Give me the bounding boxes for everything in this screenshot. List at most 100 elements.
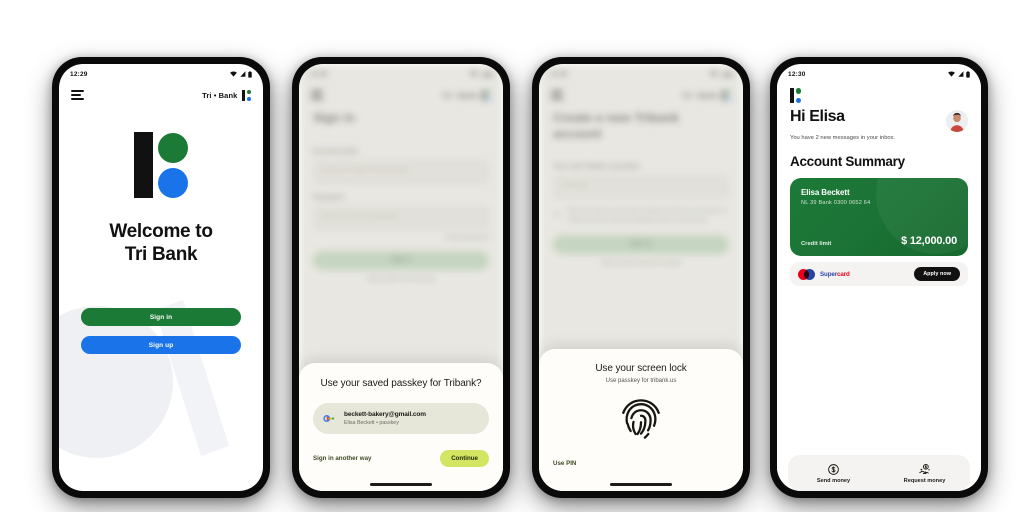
- tri-bank-logo-icon: [482, 89, 491, 101]
- status-time: 12:30: [788, 70, 806, 78]
- fingerprint-icon: [622, 399, 660, 439]
- sign-in-submit-button[interactable]: Sign in: [313, 250, 489, 270]
- sign-up-submit-button[interactable]: Sign up: [553, 234, 729, 254]
- google-password-manager-icon: [323, 414, 335, 423]
- use-pin-button[interactable]: Use PIN: [553, 460, 729, 467]
- battery-icon: [966, 70, 970, 78]
- welcome-content: Welcome to Tri Bank Sign in Sign up: [59, 132, 263, 491]
- signal-icon: [479, 71, 485, 77]
- apply-now-button[interactable]: Apply now: [914, 267, 960, 281]
- account-summary-content: Hi Elisa You have 2 new messages in your…: [777, 80, 981, 491]
- hero-logo-icon: [59, 132, 263, 198]
- sign-in-button[interactable]: Sign in: [81, 308, 241, 327]
- tab-send-money[interactable]: Send money: [788, 463, 879, 484]
- status-bar-blurred: 12:29: [299, 64, 503, 80]
- dollar-circle-icon: [828, 463, 839, 475]
- status-bar: 12:30: [777, 64, 981, 80]
- brand-lockup: Tri • Bank: [442, 89, 491, 101]
- section-title: Account Summary: [790, 154, 905, 169]
- card-holder-name: Elisa Beckett: [801, 188, 850, 197]
- passkey-account-text: beckett-bakery@gmail.com Elisa Beckett •…: [344, 411, 426, 426]
- mastercard-icon: [798, 268, 815, 280]
- brand-name: Tri • Bank: [442, 90, 478, 100]
- supercard-brand: Supercard: [798, 268, 850, 280]
- wifi-icon: [230, 71, 237, 77]
- fingerprint-wrap: [553, 396, 729, 444]
- battery-icon: [488, 71, 492, 78]
- card-account-number: NL 39 Bank 0300 0652 64: [801, 200, 871, 206]
- page-title: Welcome to Tri Bank: [59, 220, 263, 266]
- forgot-password-link[interactable]: Forgot password?: [299, 230, 503, 241]
- screen-create-account: 12:29 Tri • Bank Create a new Tribank ac…: [539, 64, 743, 491]
- menu-icon[interactable]: [311, 90, 324, 100]
- app-bar-blurred: Tri • Bank: [299, 80, 503, 110]
- credit-limit-label: Credit limit: [801, 241, 832, 247]
- request-money-icon: [919, 463, 930, 474]
- screen-sign-in: 12:29 Tri • Bank Sign in Account name En…: [299, 64, 503, 491]
- status-time: 12:29: [550, 70, 568, 78]
- avatar[interactable]: [946, 110, 968, 132]
- signal-icon: [957, 71, 963, 77]
- screen-lock-bottom-sheet: Use your screen lock Use passkey for tri…: [539, 348, 743, 491]
- tri-bank-logo-icon: [790, 88, 981, 103]
- status-time: 12:29: [310, 70, 328, 78]
- screen-account-summary: 12:30 Hi Elisa You have 2 new messages i…: [777, 64, 981, 491]
- screen-lock-actions: Use PIN: [553, 460, 729, 467]
- create-account-title: Create a new Tribank account: [553, 110, 680, 141]
- account-name-placeholder: Enter your Tribank account name: [321, 167, 410, 174]
- menu-icon[interactable]: [71, 90, 84, 100]
- phone-passkey-prompt: 12:29 Tri • Bank Sign in Account name En…: [292, 57, 510, 498]
- password-field[interactable]: Enter your account password: [313, 205, 489, 230]
- continue-button[interactable]: Continue: [440, 450, 489, 467]
- status-bar: 12:29: [59, 64, 263, 80]
- tri-bank-logo-icon: [722, 89, 731, 101]
- brand-name: Tri • Bank: [202, 90, 238, 100]
- app-bar-blurred: Tri • Bank: [539, 80, 743, 110]
- tab-request-money[interactable]: Request money: [879, 463, 970, 484]
- supercard-promo: Supercard Apply now: [790, 262, 968, 286]
- supercard-name: Supercard: [820, 271, 850, 278]
- welcome-line-1: Welcome to: [109, 221, 213, 242]
- user-avatar-icon: [946, 110, 968, 132]
- battery-icon: [248, 70, 252, 78]
- phone-screen-lock: 12:29 Tri • Bank Create a new Tribank ac…: [532, 57, 750, 498]
- brand-lockup: Tri • Bank: [202, 89, 251, 101]
- signal-icon: [239, 71, 245, 77]
- passkey-sheet-title: Use your saved passkey for Tribank?: [320, 377, 482, 389]
- brand-name: Tri • Bank: [682, 90, 718, 100]
- supercard-name-part2: card: [837, 270, 850, 278]
- phone-account-summary: 12:30 Hi Elisa You have 2 new messages i…: [770, 57, 988, 498]
- status-icons: [948, 70, 970, 78]
- sign-in-another-way-button[interactable]: Sign in another way: [313, 455, 371, 462]
- home-indicator: [370, 483, 432, 486]
- status-icons: [230, 70, 252, 78]
- sign-up-alt-link[interactable]: Sign up with a new account: [299, 270, 503, 282]
- password-placeholder: Enter your account password: [321, 213, 399, 220]
- supercard-name-part1: Super: [820, 270, 838, 278]
- account-card[interactable]: Elisa Beckett NL 39 Bank 0300 0652 64 Cr…: [790, 178, 968, 256]
- sign-in-title: Sign in: [313, 110, 355, 125]
- sign-up-button[interactable]: Sign up: [81, 336, 241, 355]
- account-name-label: Account name: [313, 147, 358, 155]
- username-field[interactable]: Username: [553, 175, 729, 200]
- password-label: Password: [313, 193, 344, 201]
- status-icons: [470, 71, 492, 78]
- tab-request-money-label: Request money: [903, 477, 946, 484]
- screenshot-stage: 12:29 Tri • Bank Welcome to Tri Bank Sig…: [0, 0, 1024, 512]
- wifi-icon: [948, 71, 955, 77]
- screen-lock-subtitle: Use passkey for tribank.us: [605, 378, 677, 384]
- password-alt-link[interactable]: Sign up with a password instead: [539, 254, 743, 266]
- passkey-account-row[interactable]: beckett-bakery@gmail.com Elisa Beckett •…: [313, 403, 489, 434]
- menu-icon[interactable]: [551, 90, 564, 100]
- phone-welcome: 12:29 Tri • Bank Welcome to Tri Bank Sig…: [52, 57, 270, 498]
- account-name-field[interactable]: Enter your Tribank account name: [313, 159, 489, 184]
- tab-send-money-label: Send money: [816, 477, 851, 484]
- app-bar: Tri • Bank: [59, 80, 263, 110]
- wifi-icon: [710, 71, 717, 77]
- passkey-sheet-actions: Sign in another way Continue: [313, 450, 489, 467]
- passkey-bottom-sheet: Use your saved passkey for Tribank? beck…: [299, 362, 503, 491]
- inbox-note: You have 2 new messages in your inbox.: [790, 135, 896, 141]
- screen-lock-title: Use your screen lock: [595, 362, 687, 374]
- status-icons: [710, 71, 732, 78]
- header-logo: [777, 80, 981, 103]
